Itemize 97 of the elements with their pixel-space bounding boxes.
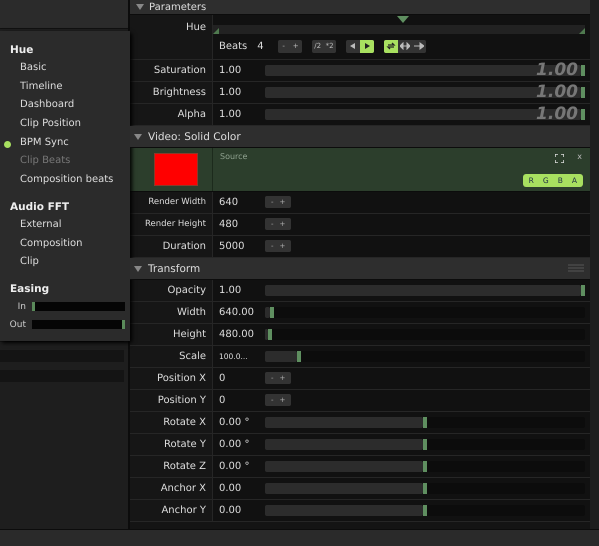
slider-thumb[interactable] (581, 65, 585, 76)
slider-thumb[interactable] (581, 109, 585, 120)
menu-item[interactable]: External (0, 216, 130, 234)
parameter-label: Opacity (130, 280, 213, 301)
right-arrow-icon (414, 42, 424, 50)
parameter-label: Position X (130, 368, 213, 389)
parameter-value[interactable]: 640 (213, 192, 265, 213)
menu-item[interactable]: BPM Sync (0, 134, 130, 152)
menu-item[interactable]: Clip (0, 253, 130, 272)
collapse-icon[interactable] (134, 134, 142, 140)
slider-track[interactable] (265, 505, 585, 516)
parameter-label: Position Y (130, 390, 213, 411)
parameter-value[interactable]: 0.00 (213, 500, 265, 521)
parameter-label: Hue (130, 15, 213, 59)
parameter-label: Rotate X (130, 412, 213, 433)
start-marker-icon (213, 28, 219, 34)
beats-label: Beats (219, 40, 248, 52)
slider-thumb[interactable] (423, 483, 427, 494)
slider-thumb[interactable] (32, 302, 35, 312)
close-button[interactable]: x (577, 152, 582, 161)
parameter-label: Rotate Y (130, 434, 213, 455)
menu-item[interactable]: Composition beats (0, 171, 130, 190)
section-title: Video: Solid Color (148, 130, 241, 142)
fullscreen-icon[interactable] (555, 154, 564, 163)
slider-thumb[interactable] (423, 461, 427, 472)
slider-track[interactable] (265, 351, 585, 362)
parameter-value[interactable]: 1.00 (213, 280, 265, 301)
play-mode-button[interactable] (384, 40, 398, 52)
menu-icon[interactable] (568, 264, 584, 272)
menu-item[interactable]: Timeline (0, 78, 130, 96)
parameter-value[interactable]: 1.00 (213, 60, 265, 81)
slider-thumb[interactable] (268, 329, 272, 340)
end-marker-icon (579, 28, 585, 34)
parameter-label: Brightness (130, 82, 213, 103)
parameter-label: Scale (130, 346, 213, 367)
parameter-label: Alpha (130, 104, 213, 125)
parameter-label: Render Height (130, 214, 213, 235)
parameter-value[interactable]: 1.00 (213, 104, 265, 125)
left-triangle-icon (348, 42, 358, 50)
double-arrow-icon (400, 42, 410, 50)
slider-thumb[interactable] (581, 87, 585, 98)
slider-thumb[interactable] (296, 351, 301, 362)
parameter-value[interactable]: 0 (213, 390, 265, 411)
menu-item[interactable]: Composition (0, 234, 130, 254)
slider-thumb[interactable] (270, 307, 274, 318)
menu-item[interactable]: Dashboard (0, 96, 130, 116)
color-swatch[interactable] (154, 153, 198, 186)
menu-item[interactable]: Clip Position (0, 115, 130, 134)
parameter-value[interactable]: 640.00 (213, 302, 265, 323)
parameter-value[interactable]: 1.00 (213, 82, 265, 103)
beats-value: 4 (257, 40, 264, 52)
parameter-label: Anchor X (130, 478, 213, 499)
parameter-value[interactable]: 0.00 ° (213, 456, 265, 477)
slider-fill (265, 351, 297, 362)
parameter-value[interactable]: 480.00 (213, 324, 265, 345)
collapse-icon[interactable] (134, 266, 142, 272)
slider-track[interactable] (265, 439, 585, 450)
easing-slider[interactable] (32, 302, 125, 312)
slider-thumb[interactable] (423, 417, 427, 428)
parameter-label: Saturation (130, 60, 213, 81)
parameter-value[interactable]: 5000 (213, 236, 265, 257)
menu-item[interactable]: Basic (0, 59, 130, 78)
parameter-label: Width (130, 302, 213, 323)
slider-track[interactable] (265, 483, 585, 494)
easing-label: In (16, 302, 26, 312)
loop-icon (386, 42, 396, 50)
section-title: Transform (148, 262, 200, 274)
parameter-value[interactable]: 0.00 ° (213, 434, 265, 455)
parameter-value[interactable]: 0.00 (213, 478, 265, 499)
menu-heading: Audio FFT (9, 200, 70, 215)
slider-track[interactable] (265, 307, 585, 318)
play-mode-button[interactable] (412, 40, 426, 52)
parameter-label: Rotate Z (130, 456, 213, 477)
source-label: Source (220, 152, 248, 161)
parameter-label: Duration (130, 236, 213, 257)
slider-thumb[interactable] (423, 439, 427, 450)
slider-fill (265, 307, 270, 318)
slider-track[interactable] (265, 461, 585, 472)
panel-title: Parameters (149, 2, 206, 12)
direction-button[interactable] (360, 40, 374, 52)
slider-track[interactable] (265, 417, 585, 428)
parameter-label: Height (130, 324, 213, 345)
easing-label: Out (8, 320, 26, 330)
parameter-value[interactable]: 480 (213, 214, 265, 235)
slider-fill (265, 329, 268, 340)
parameter-value[interactable]: 0 (213, 368, 265, 389)
menu-heading: Easing (9, 282, 50, 297)
menu-heading: Hue (9, 43, 34, 58)
slider-track[interactable] (265, 329, 585, 340)
slider-thumb[interactable] (423, 505, 427, 516)
slider-thumb[interactable] (122, 320, 125, 330)
parameter-value[interactable]: 0.00 ° (213, 412, 265, 433)
parameter-label: Render Width (130, 192, 213, 213)
slider-thumb[interactable] (581, 285, 585, 296)
collapse-icon[interactable] (136, 4, 144, 10)
easing-slider[interactable] (32, 320, 125, 330)
parameter-label: Anchor Y (130, 500, 213, 521)
